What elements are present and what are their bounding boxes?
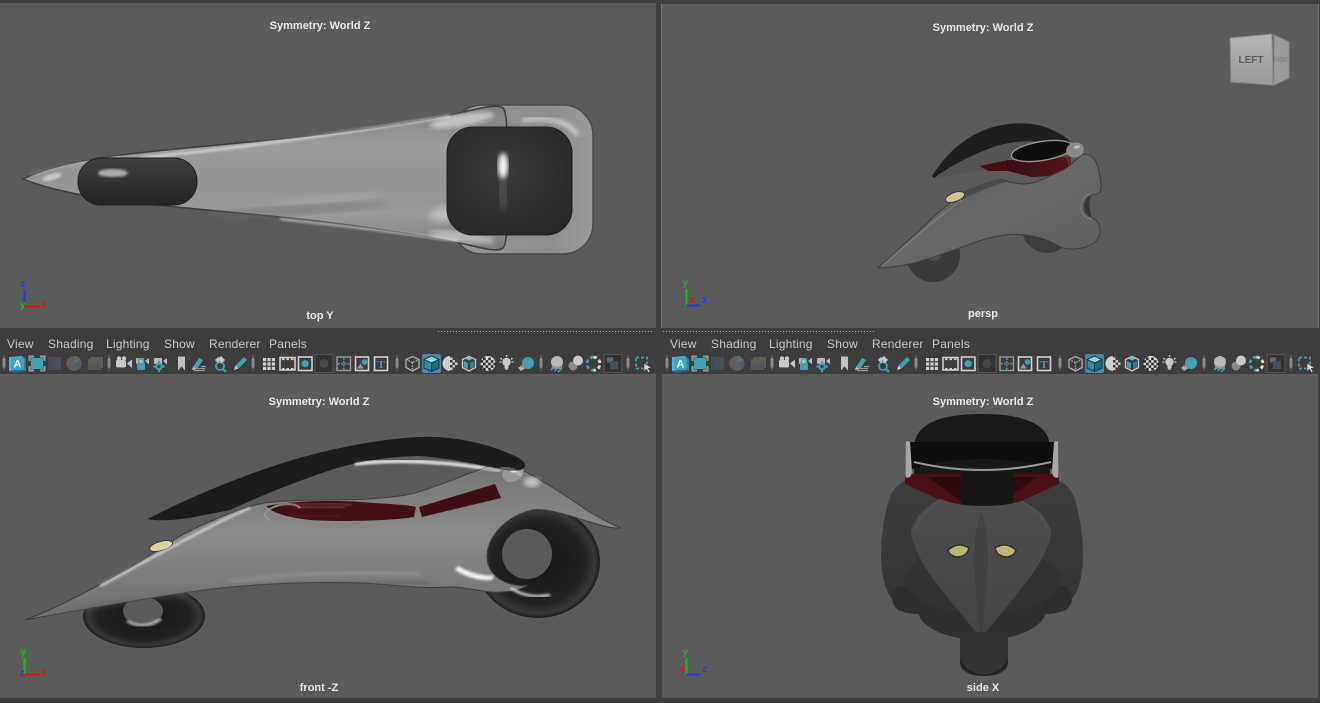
svg-text:y: y xyxy=(20,300,26,311)
svg-text:z: z xyxy=(702,295,707,306)
svg-text:y: y xyxy=(683,647,689,658)
svg-text:FRONT: FRONT xyxy=(1274,57,1288,64)
svg-text:x: x xyxy=(679,664,685,675)
svg-text:z: z xyxy=(21,279,26,290)
svg-text:x: x xyxy=(41,667,47,678)
svg-text:y: y xyxy=(683,278,689,289)
svg-text:z: z xyxy=(20,668,25,679)
svg-text:z: z xyxy=(702,664,707,675)
svg-text:y: y xyxy=(21,647,27,658)
svg-text:x: x xyxy=(41,299,47,310)
svg-text:LEFT: LEFT xyxy=(1239,55,1264,66)
svg-text:x: x xyxy=(689,295,695,306)
